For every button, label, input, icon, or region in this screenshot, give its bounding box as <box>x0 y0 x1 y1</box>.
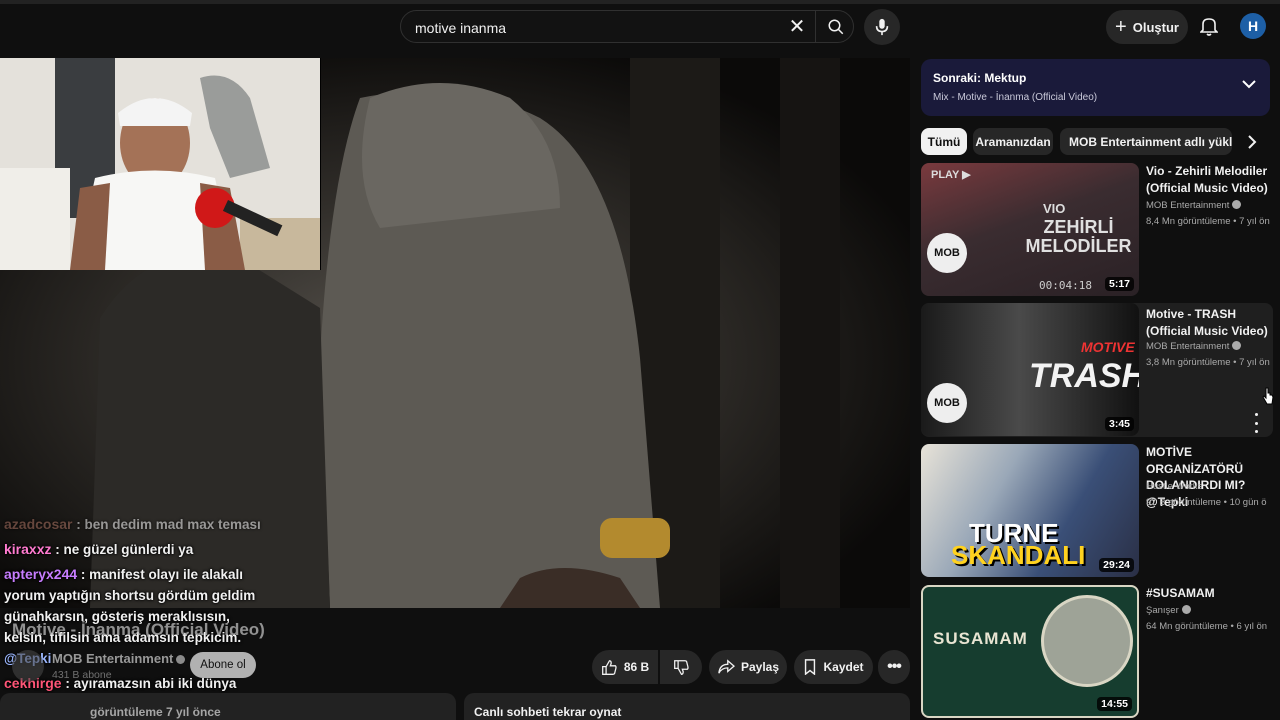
search-icon <box>828 19 844 34</box>
thumb-timecode: 00:04:18 <box>1039 279 1092 292</box>
channel-name[interactable]: MOB Entertainment <box>1146 200 1242 211</box>
thumbs-down-icon <box>673 659 689 675</box>
thumb-subtitle: SKANDALI <box>951 540 1086 570</box>
chat-overlay: azadcosar : ben dedim mad max teması kir… <box>0 512 265 717</box>
mob-logo: MOB <box>927 383 967 423</box>
up-next-subtitle: Mix - Motive - İnanma (Official Video) <box>933 92 1098 103</box>
channel-name[interactable]: Hustle Works <box>1146 481 1202 492</box>
more-actions-button[interactable]: ••• <box>878 650 910 684</box>
chip-from-search[interactable]: Aramanızdan <box>973 128 1053 155</box>
video-meta: 97 B görüntüleme • 10 gün ö <box>1146 497 1267 508</box>
chips-next-button[interactable] <box>1240 128 1264 155</box>
channel-name[interactable]: MOB Entertainment <box>1146 341 1242 352</box>
video-meta: 3,8 Mn görüntüleme • 7 yıl ön <box>1146 357 1270 368</box>
thumb-emblem <box>1041 595 1133 687</box>
video-title[interactable]: Motive - TRASH (Official Music Video) <box>1146 306 1272 339</box>
chat-text: ben dedim mad max teması <box>84 517 261 532</box>
description-box[interactable]: görüntüleme 7 yıl önce <box>0 693 456 720</box>
thumb-title: ZEHİRLİ MELODİLER <box>1025 217 1132 256</box>
bookmark-icon <box>805 659 816 675</box>
mob-logo: MOB <box>927 233 967 273</box>
notifications-button[interactable] <box>1196 12 1222 40</box>
up-next-panel[interactable]: Sonraki: Mektup Mix - Motive - İnanma (O… <box>921 59 1270 116</box>
chevron-down-icon[interactable] <box>1242 79 1256 89</box>
like-button[interactable]: 86 B <box>592 650 658 684</box>
plus-icon: + <box>1115 16 1127 38</box>
thumb-title: TRASH <box>1029 357 1139 395</box>
clear-search-icon[interactable]: ✕ <box>785 15 809 39</box>
video-thumbnail[interactable]: PLAY ▶ MOB VIO ZEHİRLİ MELODİLER 00:04:1… <box>921 163 1139 296</box>
search-box[interactable]: ✕ <box>400 10 854 43</box>
chat-username: apteryx244 <box>4 566 78 582</box>
video-title: Motive - İnanma (Official Video) <box>12 620 265 639</box>
top-progress-line <box>0 0 1280 4</box>
subscriber-count: 431 B abone <box>52 669 112 681</box>
thumbs-up-icon <box>601 659 617 675</box>
video-meta: 64 Mn görüntüleme • 6 yıl ön <box>1146 621 1268 632</box>
video-thumbnail[interactable]: TURNE SKANDALI 29:24 <box>921 444 1139 577</box>
video-duration: 29:24 <box>1099 558 1134 572</box>
chevron-right-icon <box>1248 134 1257 149</box>
video-duration: 3:45 <box>1104 417 1134 431</box>
video-title[interactable]: Vio - Zehirli Melodiler (Official Music … <box>1146 163 1272 196</box>
channel-name[interactable]: Şanışer <box>1146 605 1191 616</box>
video-title[interactable]: #SUSAMAM <box>1146 585 1272 602</box>
up-next-title: Sonraki: Mektup <box>933 71 1027 85</box>
streamer-webcam <box>0 58 321 270</box>
channel-name[interactable]: MOB Entertainment <box>52 651 186 666</box>
thumb-subtitle: MOTIVE <box>1081 339 1135 355</box>
thumb-title: SUSAMAM <box>933 629 1028 648</box>
video-meta: 8,4 Mn görüntüleme • 7 yıl ön <box>1146 216 1270 227</box>
video-duration: 5:17 <box>1104 277 1134 291</box>
like-count: 86 B <box>623 660 650 674</box>
thumb-badge: PLAY ▶ <box>931 169 971 181</box>
channel-avatar[interactable] <box>12 650 44 682</box>
save-label: Kaydet <box>823 660 864 674</box>
chat-message: kiraxxz : ne güzel günlerdi ya <box>4 541 194 557</box>
more-horizontal-icon: ••• <box>887 658 902 675</box>
chat-username: azadcosar <box>4 516 73 532</box>
verified-icon <box>1181 605 1191 614</box>
share-icon <box>718 659 735 674</box>
save-button[interactable]: Kaydet <box>794 650 873 684</box>
search-button[interactable] <box>815 11 856 42</box>
more-options-icon[interactable] <box>1251 413 1261 433</box>
chat-username: kiraxxz <box>4 541 52 557</box>
verified-icon <box>1232 341 1242 350</box>
account-avatar[interactable]: H <box>1240 13 1266 39</box>
webcam-image <box>0 58 320 270</box>
dislike-button[interactable] <box>660 650 702 684</box>
create-button[interactable]: + Oluştur <box>1106 10 1188 44</box>
recommendation-item[interactable]: SUSAMAM 14:55 #SUSAMAM Şanışer 64 Mn gör… <box>921 585 1273 719</box>
video-duration: 14:55 <box>1097 697 1132 711</box>
microphone-icon <box>875 18 889 36</box>
chat-text: ne güzel günlerdi ya <box>63 542 194 557</box>
recommendation-item[interactable]: PLAY ▶ MOB VIO ZEHİRLİ MELODİLER 00:04:1… <box>921 163 1273 297</box>
search-input[interactable] <box>413 17 777 39</box>
share-button[interactable]: Paylaş <box>709 650 787 684</box>
voice-search-button[interactable] <box>864 9 900 45</box>
video-thumbnail[interactable]: MOB MOTIVE TRASH 3:45 <box>921 303 1139 436</box>
mouse-cursor-icon <box>1262 387 1274 405</box>
views-date: görüntüleme 7 yıl önce <box>90 705 221 719</box>
subscribe-button[interactable]: Abone ol <box>190 652 256 678</box>
create-label: Oluştur <box>1132 19 1179 35</box>
thumb-subtitle: VIO <box>1043 201 1066 216</box>
verified-icon <box>1232 200 1242 209</box>
recommendation-item[interactable]: TURNE SKANDALI 29:24 MOTİVE ORGANİZATÖRÜ… <box>921 444 1273 578</box>
share-label: Paylaş <box>740 660 780 674</box>
chip-uploader[interactable]: MOB Entertainment adlı yükleyici <box>1060 128 1232 155</box>
bell-icon <box>1200 18 1218 36</box>
recommendation-item[interactable]: MOB MOTIVE TRASH 3:45 Motive - TRASH (Of… <box>921 303 1273 437</box>
verified-icon <box>176 655 186 664</box>
video-thumbnail[interactable]: SUSAMAM 14:55 <box>921 585 1139 718</box>
chat-message: azadcosar : ben dedim mad max teması <box>4 516 261 532</box>
replay-chat-button[interactable]: Canlı sohbeti tekrar oynat <box>464 693 910 720</box>
chip-all[interactable]: Tümü <box>921 128 967 155</box>
